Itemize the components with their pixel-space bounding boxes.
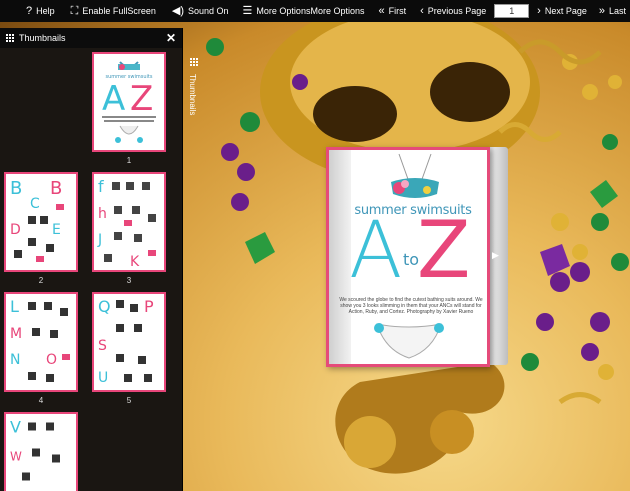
svg-text:f: f [98, 177, 104, 196]
svg-text:L: L [10, 297, 19, 316]
title-letter-a: A [349, 206, 403, 296]
fullscreen-label: Enable FullScreen [82, 6, 156, 16]
thumbnail-number-2: 2 [38, 276, 44, 285]
thumbnail-page-3[interactable]: f h J K [92, 172, 166, 272]
svg-text:J: J [97, 232, 102, 248]
first-page-button[interactable]: « First [374, 0, 410, 22]
thumbnails-title: Thumbnails [19, 33, 66, 43]
first-label: First [388, 6, 407, 16]
thumbnail-spread-art: L M N O [6, 294, 76, 390]
thumbnail-number-1: 1 [126, 156, 132, 165]
help-icon: ? [26, 4, 33, 17]
more-options-label-overlap: More Options [310, 6, 365, 16]
thumbnail-spread-art: f h J K [94, 174, 164, 270]
thumbnail-spread-art: Q P S U [94, 294, 164, 390]
svg-text:W: W [10, 450, 22, 464]
thumbnail-spread-art: B B C D E [6, 174, 76, 270]
svg-text:S: S [98, 338, 107, 354]
thumbnails-list: summer swimsuits A Z 1 B B C D E 2 f h J… [0, 48, 183, 491]
thumbnails-panel: Thumbnails ✕ summer swimsuits A Z 1 B B … [0, 28, 183, 491]
next-page-button[interactable]: › Next Page [533, 0, 591, 22]
previous-icon: ‹ [420, 4, 424, 17]
thumbnail-page-4[interactable]: L M N O [4, 292, 78, 392]
grid-icon [6, 34, 14, 42]
svg-text:Z: Z [130, 79, 153, 119]
svg-text:Q: Q [98, 297, 111, 316]
thumbnail-number-4: 4 [38, 396, 44, 405]
thumbnail-page-2[interactable]: B B C D E [4, 172, 78, 272]
thumbnail-cover-art: summer swimsuits A Z [94, 54, 164, 150]
fullscreen-icon: ⛶ [70, 4, 79, 17]
grid-icon [190, 58, 202, 66]
svg-text:O: O [46, 352, 57, 368]
title-letter-z: Z [417, 206, 471, 296]
more-options-button[interactable]: ☰ More Options More Options [239, 0, 365, 22]
svg-text:E: E [52, 222, 61, 238]
svg-text:B: B [10, 178, 22, 199]
svg-text:C: C [30, 196, 40, 212]
page-number-input[interactable]: 1 [494, 4, 530, 18]
next-label: Next Page [544, 6, 587, 16]
speaker-icon: ◀) [171, 4, 185, 17]
svg-text:B: B [50, 178, 62, 199]
help-button[interactable]: ? Help [22, 0, 59, 22]
svg-text:V: V [10, 418, 21, 437]
thumbnails-side-tab[interactable]: Thumbnails [186, 52, 202, 122]
last-label: Last [608, 6, 626, 16]
svg-text:M: M [10, 326, 22, 342]
last-page-button[interactable]: » Last [595, 0, 630, 22]
sound-label: Sound On [188, 6, 229, 16]
thumbnail-page-6[interactable]: V W [4, 412, 78, 491]
more-options-label: More Options [256, 6, 311, 16]
thumbnail-page-1[interactable]: summer swimsuits A Z [92, 52, 166, 152]
bikini-bottom-illustration [374, 323, 444, 359]
svg-text:K: K [130, 254, 140, 270]
svg-text:D: D [10, 222, 21, 238]
thumbnail-page-5[interactable]: Q P S U [92, 292, 166, 392]
page-turn-arrow-icon[interactable]: ▶ [492, 250, 499, 261]
svg-text:A: A [102, 79, 125, 119]
next-icon: › [537, 4, 541, 17]
fullscreen-button[interactable]: ⛶ Enable FullScreen [67, 0, 160, 22]
last-page-icon: » [598, 4, 605, 17]
thumbnail-spread-art: V W [6, 414, 76, 491]
menu-icon: ☰ [242, 4, 253, 17]
thumbnail-number-3: 3 [126, 276, 132, 285]
thumbnails-panel-header: Thumbnails ✕ [0, 28, 182, 48]
previous-page-button[interactable]: ‹ Previous Page [416, 0, 490, 22]
thumbnails-tab-label: Thumbnails [188, 74, 197, 116]
svg-text:h: h [98, 206, 107, 222]
page-spine-shadow [329, 150, 351, 364]
book-page[interactable]: summer swimsuits A to Z We scoured the g… [326, 147, 490, 367]
svg-text:N: N [10, 352, 20, 368]
svg-text:P: P [144, 297, 154, 316]
toolbar: ? Help ⛶ Enable FullScreen ◀) Sound On ☰… [0, 0, 630, 22]
svg-text:U: U [98, 370, 108, 386]
page-blurb: We scoured the globe to find the cutest … [339, 297, 483, 315]
close-icon[interactable]: ✕ [166, 31, 176, 45]
thumbnail-number-5: 5 [126, 396, 132, 405]
first-page-icon: « [378, 4, 385, 17]
sound-button[interactable]: ◀) Sound On [168, 0, 233, 22]
bikini-top-illustration [391, 153, 439, 198]
previous-label: Previous Page [427, 6, 487, 16]
help-label: Help [36, 6, 55, 16]
